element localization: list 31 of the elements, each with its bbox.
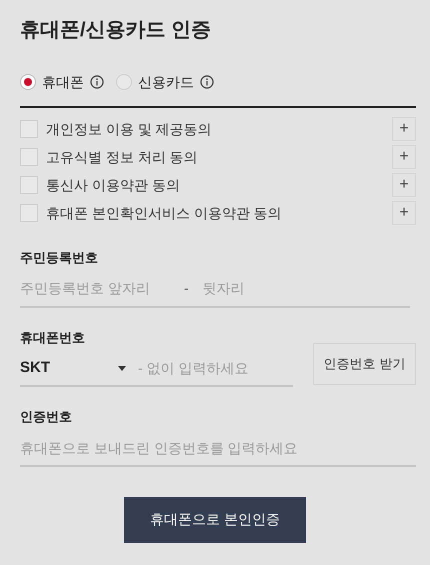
agreement-label: 휴대폰 본인확인서비스 이용약관 동의 bbox=[46, 204, 283, 222]
radio-button[interactable] bbox=[116, 74, 132, 90]
input-field[interactable]: 뒷자리 bbox=[202, 278, 323, 299]
caret-icon bbox=[118, 366, 126, 370]
checkbox[interactable] bbox=[20, 204, 38, 222]
input-field[interactable]: 휴대폰으로 보내드린 인증번호를 입력하세요 bbox=[20, 434, 416, 466]
radio-label: 신용카드 bbox=[138, 72, 194, 92]
agreement-label: 통신사 이용약관 동의 bbox=[46, 176, 181, 194]
info-icon[interactable] bbox=[200, 75, 214, 89]
checkbox[interactable] bbox=[20, 120, 38, 138]
agreement-label: 고유식별 정보 처리 동의 bbox=[46, 148, 199, 166]
expand-button[interactable]: + bbox=[392, 173, 416, 197]
expand-button[interactable]: + bbox=[392, 201, 416, 225]
expand-button[interactable]: + bbox=[392, 117, 416, 141]
verify-button[interactable]: 휴대폰으로 본인인증 bbox=[124, 496, 306, 542]
checkbox[interactable] bbox=[20, 176, 38, 194]
checkbox[interactable] bbox=[20, 148, 38, 166]
field-label: 휴대폰번호 bbox=[20, 328, 86, 346]
carrier-dropdown[interactable]: SKT bbox=[20, 356, 130, 380]
expand-button[interactable]: + bbox=[392, 145, 416, 169]
radio-label: 휴대폰 bbox=[42, 72, 84, 92]
field-label: 인증번호 bbox=[20, 408, 73, 426]
field-label: 주민등록번호 bbox=[20, 249, 99, 267]
request-code-button[interactable]: 인증번호 받기 bbox=[313, 343, 416, 385]
info-icon[interactable] bbox=[90, 75, 104, 89]
radio-button[interactable] bbox=[20, 74, 36, 90]
phone-input[interactable]: - 없이 입력하세요 bbox=[138, 358, 293, 378]
separator-text: - bbox=[184, 279, 189, 298]
agreement-label: 개인정보 이용 및 제공동의 bbox=[46, 120, 213, 138]
page-title: 휴대폰/신용카드 인증 bbox=[20, 18, 212, 43]
input-field[interactable]: 주민등록번호 앞자리 bbox=[20, 278, 170, 299]
